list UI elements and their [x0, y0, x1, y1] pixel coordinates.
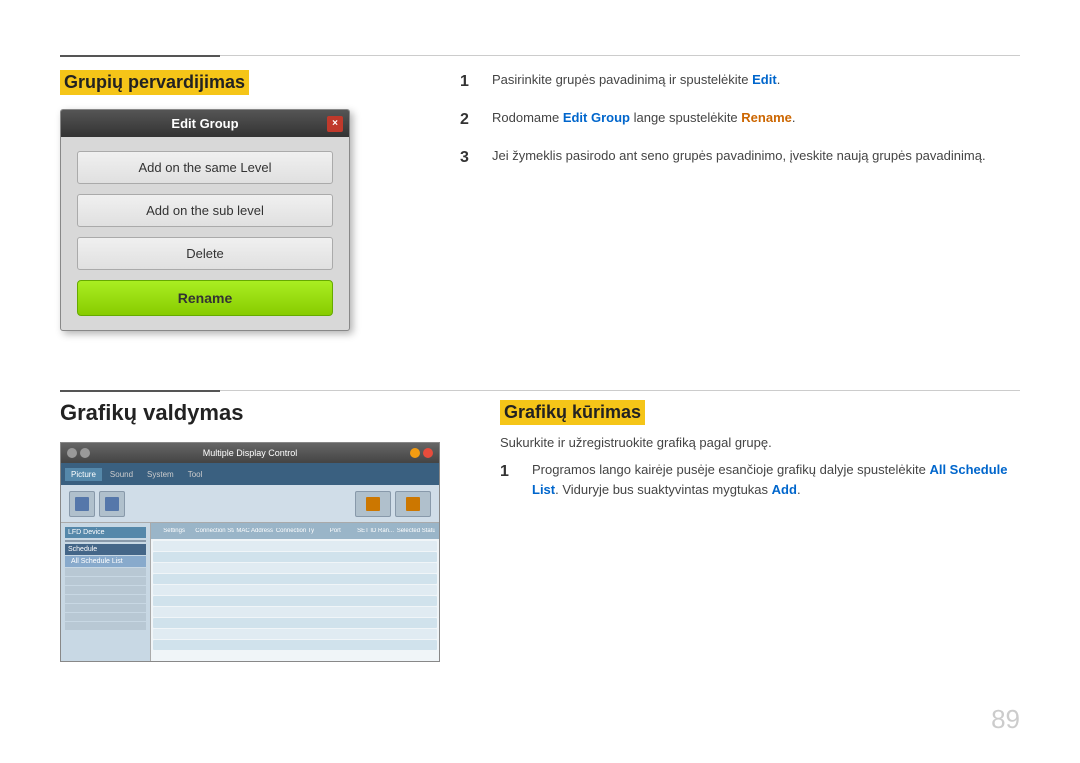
step-2: 2 Rodomame Edit Group lange spustelėkite…: [460, 108, 1020, 132]
edit-group-dialog: Edit Group × Add on the same Level Add o…: [60, 109, 350, 331]
section3-right: Grafikų kūrimas Sukurkite ir užregistruo…: [500, 400, 1020, 513]
dialog-title: Edit Group: [171, 116, 238, 131]
table-row: [153, 596, 437, 606]
section3-step-1: 1 Programos lango kairėje pusėje esančio…: [500, 460, 1020, 499]
mock-nav-sound[interactable]: Sound: [104, 468, 139, 481]
mock-sidebar-filler-1: [65, 568, 146, 576]
add-sub-level-button[interactable]: Add on the sub level: [77, 194, 333, 227]
delete-button[interactable]: Delete: [77, 237, 333, 270]
mock-tool-icon-1: [75, 497, 89, 511]
table-row: [153, 607, 437, 617]
mock-window-controls: [410, 448, 433, 458]
mock-tool-btn-1[interactable]: [69, 491, 95, 517]
mock-sidebar-filler-4: [65, 595, 146, 603]
mock-sidebar-lfd[interactable]: LFD Device: [65, 527, 146, 538]
mock-sidebar: LFD Device Schedule All Schedule List: [61, 523, 151, 661]
mock-sidebar-filler-7: [65, 622, 146, 630]
mock-table-header: Settings Connection Status MAC Address C…: [151, 523, 439, 539]
step-3: 3 Jei žymeklis pasirodo ant seno grupės …: [460, 146, 1020, 170]
mock-tool-icon-2: [105, 497, 119, 511]
mock-ctrl-2: [80, 448, 90, 458]
section1-title: Grupių pervardijimas: [60, 70, 400, 95]
mock-fault-icon-2: [406, 497, 420, 511]
screenshot-mockup: Multiple Display Control Picture Sound S…: [60, 442, 440, 662]
mock-tool-btn-fault2[interactable]: [395, 491, 431, 517]
mock-sidebar-filler-6: [65, 613, 146, 621]
mock-titlebar: Multiple Display Control: [61, 443, 439, 463]
mock-fault-icon-1: [366, 497, 380, 511]
section1-right: 1 Pasirinkite grupės pavadinimą ir spust…: [460, 70, 1020, 184]
section1-left: Grupių pervardijimas Edit Group × Add on…: [60, 70, 400, 331]
table-row: [153, 552, 437, 562]
mock-sidebar-schedule[interactable]: Schedule: [65, 544, 146, 555]
dialog-body: Add on the same Level Add on the sub lev…: [61, 137, 349, 330]
mock-main: Settings Connection Status MAC Address C…: [151, 523, 439, 661]
mock-nav: Picture Sound System Tool: [61, 463, 439, 485]
step-1: 1 Pasirinkite grupės pavadinimą ir spust…: [460, 70, 1020, 94]
table-row: [153, 629, 437, 639]
section3-subtext-container: Sukurkite ir užregistruokite grafiką pag…: [500, 435, 1020, 450]
mock-min-btn[interactable]: [410, 448, 420, 458]
section2-title: Grafikų valdymas: [60, 400, 460, 426]
table-row: [153, 618, 437, 628]
table-row: [153, 574, 437, 584]
table-row: [153, 541, 437, 551]
mock-toolbar: [61, 485, 439, 523]
mock-nav-tool[interactable]: Tool: [182, 468, 209, 481]
mock-close-btn[interactable]: [423, 448, 433, 458]
mock-sidebar-filler-3: [65, 586, 146, 594]
section3-subtext: Sukurkite ir užregistruokite grafiką pag…: [500, 435, 1020, 450]
mock-table-rows: [151, 539, 439, 661]
dialog-close-button[interactable]: ×: [327, 116, 343, 132]
mock-tool-btn-fault1[interactable]: [355, 491, 391, 517]
mock-tool-btn-2[interactable]: [99, 491, 125, 517]
mock-sidebar-filler-5: [65, 604, 146, 612]
mock-ctrl-1: [67, 448, 77, 458]
rename-button[interactable]: Rename: [77, 280, 333, 316]
table-row: [153, 585, 437, 595]
table-row: [153, 563, 437, 573]
add-same-level-button[interactable]: Add on the same Level: [77, 151, 333, 184]
dialog-titlebar: Edit Group ×: [61, 110, 349, 137]
mock-controls: [67, 448, 90, 458]
mock-sidebar-filler-2: [65, 577, 146, 585]
mock-nav-system[interactable]: System: [141, 468, 180, 481]
top-line-accent: [60, 55, 220, 57]
mock-body: LFD Device Schedule All Schedule List: [61, 523, 439, 661]
section3-title: Grafikų kūrimas: [500, 400, 1020, 425]
table-row: [153, 640, 437, 650]
mid-line-accent: [60, 390, 220, 392]
section2-left: Grafikų valdymas Multiple Display Contro…: [60, 400, 460, 662]
mock-sidebar-all-schedule[interactable]: All Schedule List: [65, 556, 146, 567]
mock-nav-picture[interactable]: Picture: [65, 468, 102, 481]
page-number: 89: [991, 704, 1020, 735]
